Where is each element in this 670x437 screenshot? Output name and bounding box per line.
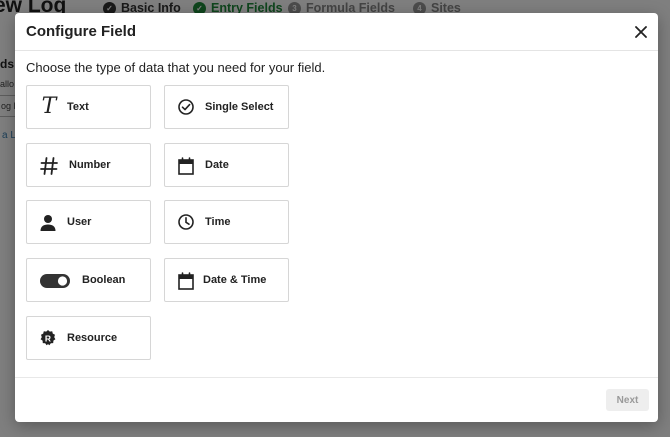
option-date[interactable]: Date (164, 143, 289, 187)
hash-icon (39, 156, 59, 176)
option-resource[interactable]: R Resource (26, 316, 151, 360)
option-label: Text (67, 101, 89, 113)
option-label: Single Select (205, 101, 274, 113)
option-date-time[interactable]: Date & Time (164, 258, 289, 302)
option-label: Boolean (82, 274, 126, 286)
next-button[interactable]: Next (606, 389, 649, 411)
calendar-icon (177, 156, 195, 176)
modal-subtitle: Choose the type of data that you need fo… (26, 60, 326, 75)
option-user[interactable]: User (26, 200, 151, 244)
option-label: Date (205, 159, 229, 171)
toggle-icon (39, 272, 71, 290)
close-button[interactable] (632, 23, 650, 41)
configure-field-modal: Configure Field Choose the type of data … (15, 13, 658, 422)
option-label: Number (69, 159, 111, 171)
option-label: User (67, 216, 92, 228)
option-single-select[interactable]: Single Select (164, 85, 289, 129)
calendar-icon (177, 271, 195, 291)
check-circle-icon (177, 98, 195, 116)
option-label: Time (205, 216, 231, 228)
text-icon: T (41, 94, 57, 119)
option-text[interactable]: T Text (26, 85, 151, 129)
clock-icon (177, 213, 195, 231)
option-label: Date & Time (203, 274, 267, 286)
modal-header: Configure Field (15, 13, 658, 51)
resource-badge-icon: R (39, 329, 57, 347)
option-time[interactable]: Time (164, 200, 289, 244)
close-icon (635, 26, 647, 38)
svg-text:R: R (45, 333, 51, 343)
option-number[interactable]: Number (26, 143, 151, 187)
modal-title: Configure Field (26, 23, 136, 40)
option-label: Resource (67, 332, 118, 344)
modal-footer: Next (15, 377, 658, 423)
person-icon (39, 213, 57, 233)
option-boolean[interactable]: Boolean (26, 258, 151, 302)
